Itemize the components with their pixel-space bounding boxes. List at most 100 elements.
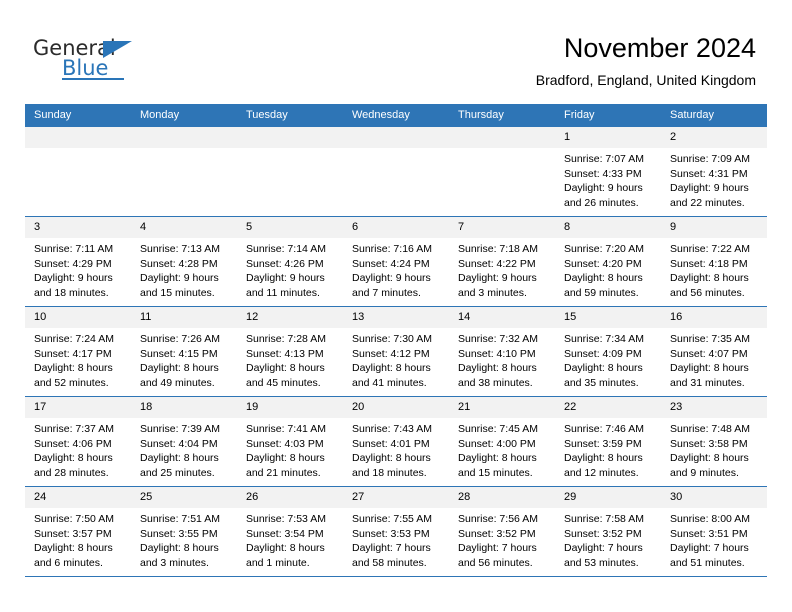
calendar-day-cell[interactable]: 2 Sunrise: 7:09 AM Sunset: 4:31 PM Daylight… xyxy=(661,126,767,217)
sunrise-text: Sunrise: 7:14 AM xyxy=(246,243,326,255)
calendar-day-cell[interactable]: 17 Sunrise: 7:37 AM Sunset: 4:06 PM Dayligh… xyxy=(25,396,131,487)
calendar-day-cell[interactable]: 11 Sunrise: 7:26 AM Sunset: 4:15 PM Dayligh… xyxy=(131,306,237,397)
sunrise-text: Sunrise: 7:58 AM xyxy=(564,513,644,525)
day-sun-info: Sunrise: 7:48 AM Sunset: 3:58 PM Daylight:… xyxy=(661,418,767,480)
day-number: 13 xyxy=(343,307,449,328)
calendar-day-cell[interactable]: 16 Sunrise: 7:35 AM Sunset: 4:07 PM Dayligh… xyxy=(661,306,767,397)
calendar-day-cell[interactable]: 28 Sunrise: 7:56 AM Sunset: 3:52 PM Dayligh… xyxy=(449,486,555,577)
calendar-day-cell[interactable]: 26 Sunrise: 7:53 AM Sunset: 3:54 PM Dayligh… xyxy=(237,486,343,577)
daylight-text: Daylight: 8 hours and 3 minutes. xyxy=(140,542,219,569)
sunset-text: Sunset: 4:09 PM xyxy=(564,347,642,360)
sunset-text: Sunset: 3:54 PM xyxy=(246,527,324,540)
calendar-day-cell[interactable]: 25 Sunrise: 7:51 AM Sunset: 3:55 PM Dayligh… xyxy=(131,486,237,577)
calendar-page: General Blue November 2024 Bradford, Eng… xyxy=(0,0,792,612)
calendar-day-cell[interactable]: 6 Sunrise: 7:16 AM Sunset: 4:24 PM Daylight… xyxy=(343,216,449,307)
day-number: 5 xyxy=(237,217,343,238)
weekday-header-thursday: Thursday xyxy=(449,104,555,127)
calendar-day-cell[interactable]: 15 Sunrise: 7:34 AM Sunset: 4:09 PM Dayligh… xyxy=(555,306,661,397)
day-number: 18 xyxy=(131,397,237,418)
day-number: 21 xyxy=(449,397,555,418)
calendar-day-cell[interactable]: 1 Sunrise: 7:07 AM Sunset: 4:33 PM Daylight… xyxy=(555,126,661,217)
day-number: 30 xyxy=(661,487,767,508)
sunrise-text: Sunrise: 7:48 AM xyxy=(670,423,750,435)
calendar-day-cell[interactable]: 21 Sunrise: 7:45 AM Sunset: 4:00 PM Dayligh… xyxy=(449,396,555,487)
sunrise-text: Sunrise: 7:41 AM xyxy=(246,423,326,435)
day-number: 14 xyxy=(449,307,555,328)
day-number: 25 xyxy=(131,487,237,508)
sunset-text: Sunset: 4:33 PM xyxy=(564,167,642,180)
calendar-day-cell-empty xyxy=(343,126,449,217)
daylight-text: Daylight: 8 hours and 31 minutes. xyxy=(670,362,749,389)
calendar-day-cell[interactable]: 10 Sunrise: 7:24 AM Sunset: 4:17 PM Dayligh… xyxy=(25,306,131,397)
day-number: 11 xyxy=(131,307,237,328)
daylight-text: Daylight: 8 hours and 12 minutes. xyxy=(564,452,643,479)
calendar-day-cell[interactable]: 29 Sunrise: 7:58 AM Sunset: 3:52 PM Dayligh… xyxy=(555,486,661,577)
sunset-text: Sunset: 4:31 PM xyxy=(670,167,748,180)
daylight-text: Daylight: 8 hours and 41 minutes. xyxy=(352,362,431,389)
calendar-day-cell[interactable]: 13 Sunrise: 7:30 AM Sunset: 4:12 PM Dayligh… xyxy=(343,306,449,397)
daylight-text: Daylight: 8 hours and 28 minutes. xyxy=(34,452,113,479)
daylight-text: Daylight: 8 hours and 59 minutes. xyxy=(564,272,643,299)
sunrise-text: Sunrise: 7:13 AM xyxy=(140,243,220,255)
day-sun-info: Sunrise: 7:34 AM Sunset: 4:09 PM Daylight:… xyxy=(555,328,661,390)
day-sun-info: Sunrise: 7:37 AM Sunset: 4:06 PM Daylight:… xyxy=(25,418,131,480)
daylight-text: Daylight: 9 hours and 26 minutes. xyxy=(564,182,643,209)
day-number: 4 xyxy=(131,217,237,238)
calendar-day-cell[interactable]: 30 Sunrise: 8:00 AM Sunset: 3:51 PM Dayligh… xyxy=(661,486,767,577)
sunrise-text: Sunrise: 7:26 AM xyxy=(140,333,220,345)
calendar-day-cell[interactable]: 18 Sunrise: 7:39 AM Sunset: 4:04 PM Dayligh… xyxy=(131,396,237,487)
daylight-text: Daylight: 9 hours and 11 minutes. xyxy=(246,272,325,299)
day-number: 28 xyxy=(449,487,555,508)
calendar-day-cell[interactable]: 4 Sunrise: 7:13 AM Sunset: 4:28 PM Daylight… xyxy=(131,216,237,307)
day-sun-info: Sunrise: 7:46 AM Sunset: 3:59 PM Daylight:… xyxy=(555,418,661,480)
calendar-day-cell[interactable]: 8 Sunrise: 7:20 AM Sunset: 4:20 PM Daylight… xyxy=(555,216,661,307)
page-subtitle: Bradford, England, United Kingdom xyxy=(535,72,756,88)
calendar-week-row: 17 Sunrise: 7:37 AM Sunset: 4:06 PM Dayligh… xyxy=(25,396,767,487)
calendar-day-cell[interactable]: 12 Sunrise: 7:28 AM Sunset: 4:13 PM Dayligh… xyxy=(237,306,343,397)
logo-text-blue: Blue xyxy=(62,56,109,80)
daylight-text: Daylight: 8 hours and 38 minutes. xyxy=(458,362,537,389)
sunset-text: Sunset: 4:10 PM xyxy=(458,347,536,360)
sunset-text: Sunset: 4:18 PM xyxy=(670,257,748,270)
sunrise-text: Sunrise: 7:46 AM xyxy=(564,423,644,435)
daylight-text: Daylight: 8 hours and 25 minutes. xyxy=(140,452,219,479)
sunset-text: Sunset: 4:20 PM xyxy=(564,257,642,270)
daylight-text: Daylight: 8 hours and 1 minute. xyxy=(246,542,325,569)
daylight-text: Daylight: 8 hours and 18 minutes. xyxy=(352,452,431,479)
calendar-day-cell[interactable]: 9 Sunrise: 7:22 AM Sunset: 4:18 PM Daylight… xyxy=(661,216,767,307)
general-blue-logo[interactable]: General Blue xyxy=(33,38,148,80)
calendar-day-cell[interactable]: 7 Sunrise: 7:18 AM Sunset: 4:22 PM Daylight… xyxy=(449,216,555,307)
daylight-text: Daylight: 8 hours and 56 minutes. xyxy=(670,272,749,299)
daylight-text: Daylight: 8 hours and 35 minutes. xyxy=(564,362,643,389)
sunset-text: Sunset: 3:53 PM xyxy=(352,527,430,540)
calendar-day-cell[interactable]: 23 Sunrise: 7:48 AM Sunset: 3:58 PM Dayligh… xyxy=(661,396,767,487)
daylight-text: Daylight: 8 hours and 45 minutes. xyxy=(246,362,325,389)
calendar-day-cell[interactable]: 14 Sunrise: 7:32 AM Sunset: 4:10 PM Dayligh… xyxy=(449,306,555,397)
logo-underline xyxy=(62,78,124,80)
calendar-day-cell[interactable]: 22 Sunrise: 7:46 AM Sunset: 3:59 PM Dayligh… xyxy=(555,396,661,487)
sunrise-text: Sunrise: 7:53 AM xyxy=(246,513,326,525)
day-number xyxy=(449,127,555,148)
sunset-text: Sunset: 3:57 PM xyxy=(34,527,112,540)
sunset-text: Sunset: 4:15 PM xyxy=(140,347,218,360)
day-sun-info: Sunrise: 7:41 AM Sunset: 4:03 PM Daylight:… xyxy=(237,418,343,480)
calendar-day-cell[interactable]: 24 Sunrise: 7:50 AM Sunset: 3:57 PM Dayligh… xyxy=(25,486,131,577)
day-number: 15 xyxy=(555,307,661,328)
sunset-text: Sunset: 4:22 PM xyxy=(458,257,536,270)
calendar-week-row: 1 Sunrise: 7:07 AM Sunset: 4:33 PM Daylight… xyxy=(25,126,767,217)
calendar-day-cell[interactable]: 5 Sunrise: 7:14 AM Sunset: 4:26 PM Daylight… xyxy=(237,216,343,307)
day-sun-info: Sunrise: 7:24 AM Sunset: 4:17 PM Daylight:… xyxy=(25,328,131,390)
day-sun-info: Sunrise: 7:11 AM Sunset: 4:29 PM Daylight:… xyxy=(25,238,131,300)
daylight-text: Daylight: 8 hours and 9 minutes. xyxy=(670,452,749,479)
daylight-text: Daylight: 9 hours and 3 minutes. xyxy=(458,272,537,299)
calendar-day-cell[interactable]: 20 Sunrise: 7:43 AM Sunset: 4:01 PM Dayligh… xyxy=(343,396,449,487)
day-sun-info: Sunrise: 7:14 AM Sunset: 4:26 PM Daylight:… xyxy=(237,238,343,300)
calendar-day-cell[interactable]: 3 Sunrise: 7:11 AM Sunset: 4:29 PM Daylight… xyxy=(25,216,131,307)
day-sun-info: Sunrise: 7:35 AM Sunset: 4:07 PM Daylight:… xyxy=(661,328,767,390)
day-sun-info: Sunrise: 7:13 AM Sunset: 4:28 PM Daylight:… xyxy=(131,238,237,300)
sunrise-text: Sunrise: 7:16 AM xyxy=(352,243,432,255)
calendar-day-cell[interactable]: 27 Sunrise: 7:55 AM Sunset: 3:53 PM Dayligh… xyxy=(343,486,449,577)
calendar-day-cell[interactable]: 19 Sunrise: 7:41 AM Sunset: 4:03 PM Dayligh… xyxy=(237,396,343,487)
daylight-text: Daylight: 8 hours and 52 minutes. xyxy=(34,362,113,389)
page-title: November 2024 xyxy=(563,33,756,63)
